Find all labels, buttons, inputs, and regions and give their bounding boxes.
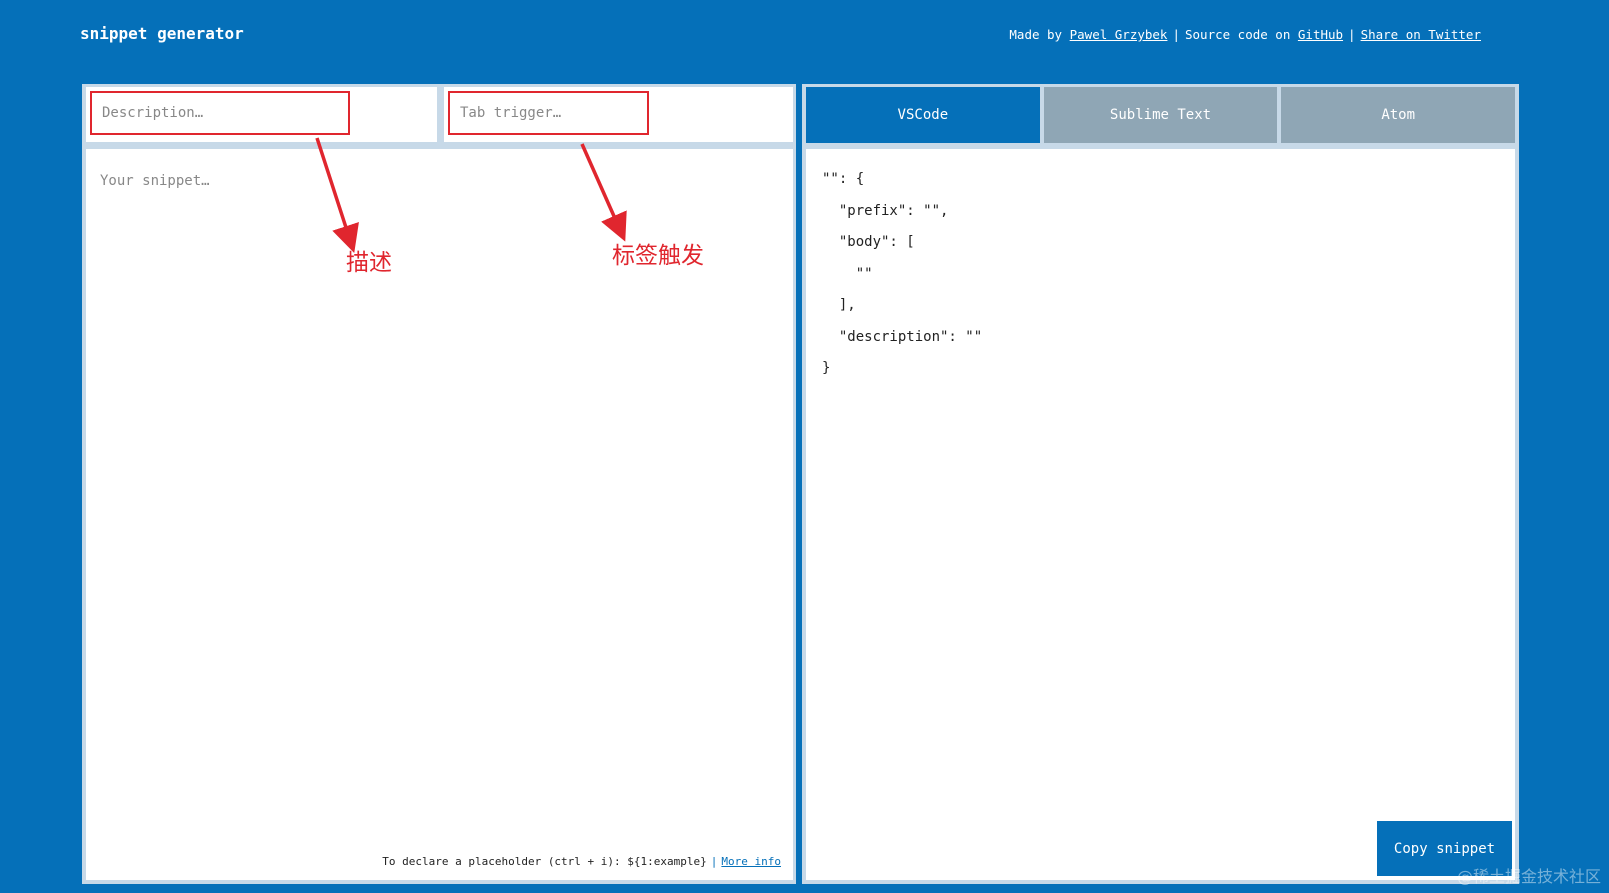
description-annotation: 描述 bbox=[346, 250, 392, 276]
brand-title: snippet generator bbox=[80, 24, 244, 43]
more-info-link[interactable]: More info bbox=[721, 855, 781, 868]
description-box bbox=[86, 87, 437, 142]
snippet-output: "": { "prefix": "", "body": [ "" ], "des… bbox=[806, 149, 1515, 880]
made-by-text: Made by bbox=[1009, 27, 1070, 42]
source-text: Source code on bbox=[1185, 27, 1298, 42]
output-code: "": { "prefix": "", "body": [ "" ], "des… bbox=[822, 171, 983, 376]
description-input[interactable] bbox=[90, 91, 350, 135]
tab-vscode[interactable]: VSCode bbox=[806, 87, 1040, 143]
output-panel: VSCode Sublime Text Atom "": { "prefix":… bbox=[802, 84, 1519, 884]
watermark: @稀土掘金技术社区 bbox=[1456, 867, 1601, 886]
editor-panel: To declare a placeholder (ctrl + i): ${1… bbox=[82, 84, 796, 884]
author-link[interactable]: Pawel Grzybek bbox=[1070, 27, 1168, 42]
tab-sublime-text[interactable]: Sublime Text bbox=[1043, 87, 1278, 143]
hint-separator: | bbox=[710, 855, 718, 868]
tab-trigger-annotation: 标签触发 bbox=[612, 243, 704, 269]
top-nav: Made by Pawel Grzybek | Source code on Git… bbox=[1009, 27, 1481, 42]
tab-trigger-box bbox=[444, 87, 793, 142]
placeholder-hint: To declare a placeholder (ctrl + i): ${1… bbox=[382, 855, 781, 868]
editor-tabs: VSCode Sublime Text Atom bbox=[806, 87, 1516, 143]
github-link[interactable]: GitHub bbox=[1298, 27, 1343, 42]
share-twitter-link[interactable]: Share on Twitter bbox=[1361, 27, 1481, 42]
nav-separator: | bbox=[1348, 27, 1356, 42]
hint-text: To declare a placeholder (ctrl + i): ${1… bbox=[382, 855, 707, 868]
tab-atom[interactable]: Atom bbox=[1281, 87, 1516, 143]
tab-trigger-input[interactable] bbox=[448, 91, 649, 135]
nav-separator: | bbox=[1172, 27, 1180, 42]
